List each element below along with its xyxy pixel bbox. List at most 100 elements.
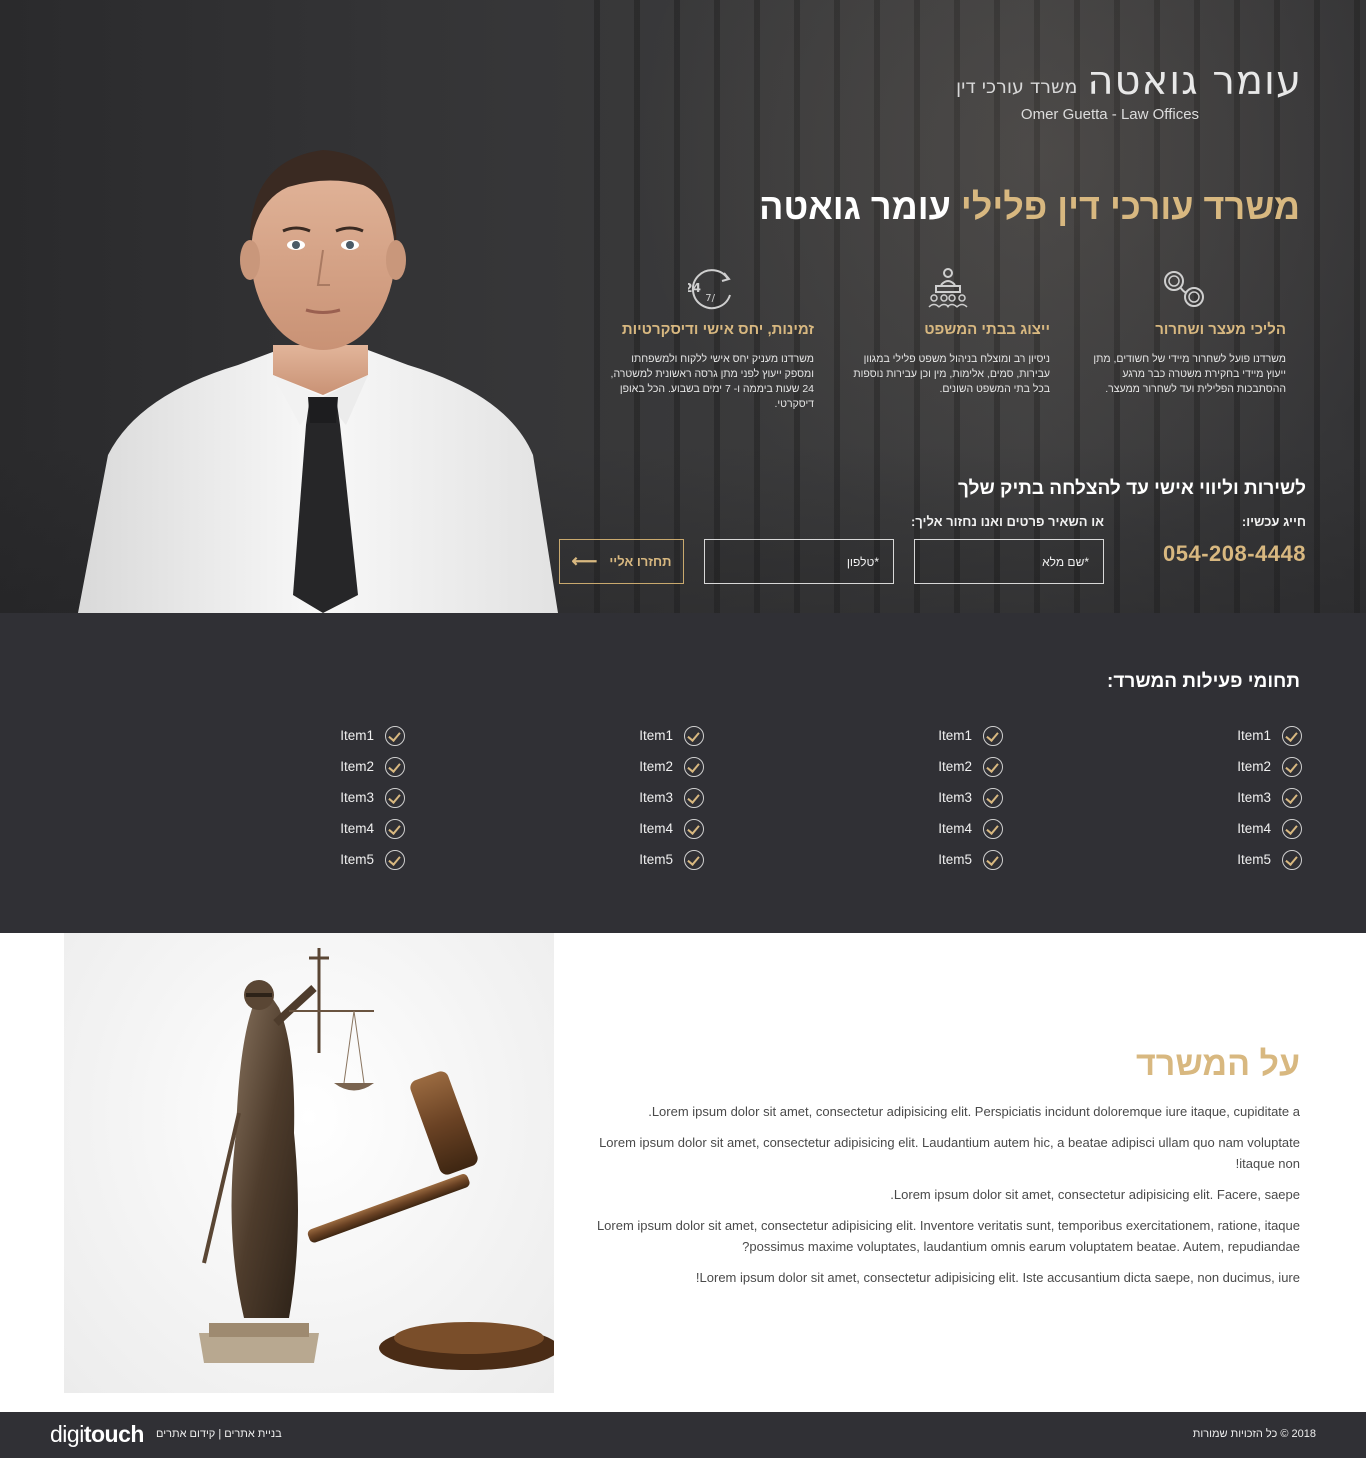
list-item: Item2 xyxy=(614,751,704,782)
list-item-label: Item5 xyxy=(938,852,972,867)
check-circle-icon xyxy=(684,756,704,777)
check-circle-icon xyxy=(684,818,704,839)
copyright: 2018 © כל הזכויות שמורות xyxy=(1192,1428,1316,1440)
list-item-label: Item3 xyxy=(639,790,673,805)
list-item: Item3 xyxy=(315,782,405,813)
list-item-label: Item5 xyxy=(340,852,374,867)
list-item: Item1 xyxy=(315,720,405,751)
list-item: Item4 xyxy=(913,813,1003,844)
logo-bold-part: touch xyxy=(83,1421,145,1447)
logo-subtitle: משרד עורכי דין xyxy=(955,76,1078,98)
feature-description: משרדנו פועל לשחרור מיידי של חשודים, מתן … xyxy=(1093,353,1286,395)
list-item-label: Item4 xyxy=(340,821,374,836)
check-circle-icon xyxy=(1282,725,1302,746)
list-item: Item2 xyxy=(315,751,405,782)
services-section: תחומי פעילות המשרד: Item1 Item2 Item3 It… xyxy=(0,613,1366,933)
about-paragraph: Lorem ipsum dolor sit amet, consectetur … xyxy=(648,1104,1300,1119)
footer: digitouch בניית אתרים | קידום אתרים 2018… xyxy=(0,1412,1366,1458)
about-paragraph: Lorem ipsum dolor sit amet, consectetur … xyxy=(695,1270,1300,1285)
about-paragraph: Lorem ipsum dolor sit amet, consectetur … xyxy=(890,1187,1300,1202)
check-circle-icon xyxy=(385,756,405,777)
feature-description: משרדנו מעניק יחס אישי ללקוח ולמשפחתו ומס… xyxy=(610,353,814,410)
services-column-2: Item1 Item2 Item3 Item4 Item5 xyxy=(913,720,1003,875)
list-item: Item5 xyxy=(1212,844,1302,875)
services-column-3: Item1 Item2 Item3 Item4 Item5 xyxy=(614,720,704,875)
list-item: Item3 xyxy=(1212,782,1302,813)
courtroom-icon xyxy=(927,268,968,308)
list-item: Item2 xyxy=(913,751,1003,782)
check-circle-icon xyxy=(684,787,704,808)
check-circle-icon xyxy=(385,725,405,746)
footer-links[interactable]: בניית אתרים | קידום אתרים xyxy=(156,1428,282,1440)
justice-statue-image xyxy=(64,933,559,1393)
check-circle-icon xyxy=(385,818,405,839)
check-circle-icon xyxy=(684,849,704,870)
list-item: Item3 xyxy=(913,782,1003,813)
list-item-label: Item3 xyxy=(1237,790,1271,805)
list-item: Item4 xyxy=(1212,813,1302,844)
check-circle-icon xyxy=(983,849,1003,870)
handcuffs-icon xyxy=(1163,271,1204,307)
about-paragraph: Lorem ipsum dolor sit amet, consectetur … xyxy=(596,1218,1300,1254)
list-item-label: Item2 xyxy=(1237,759,1271,774)
check-circle-icon xyxy=(1282,818,1302,839)
about-section: על המשרד Lorem ipsum dolor sit amet, con… xyxy=(0,933,1366,1412)
feature-title: הליכי מעצר ושחרור xyxy=(1155,321,1286,338)
list-item-label: Item4 xyxy=(1237,821,1271,836)
list-item-label: Item5 xyxy=(1237,852,1271,867)
list-item-label: Item2 xyxy=(938,759,972,774)
list-item: Item4 xyxy=(315,813,405,844)
feature-detention: הליכי מעצר ושחרור משרדנו פועל לשחרור מיי… xyxy=(1081,265,1286,397)
list-item: Item5 xyxy=(315,844,405,875)
list-item: Item1 xyxy=(913,720,1003,751)
feature-title: זמינות, יחס אישי ודיסקרטיות xyxy=(621,321,814,338)
check-circle-icon xyxy=(684,725,704,746)
check-circle-icon xyxy=(1282,787,1302,808)
feature-court: ייצוג בבתי המשפט ניסיון רב ומוצלח בניהול… xyxy=(845,265,1050,397)
page-title: משרד עורכי דין פלילי עומר גואטה xyxy=(759,186,1300,228)
phone-input[interactable] xyxy=(704,539,894,584)
about-title: על המשרד xyxy=(1136,1045,1300,1083)
list-item: Item3 xyxy=(614,782,704,813)
check-circle-icon xyxy=(983,818,1003,839)
services-column-1: Item1 Item2 Item3 Item4 Item5 xyxy=(1212,720,1302,875)
list-item: Item4 xyxy=(614,813,704,844)
full-name-input[interactable] xyxy=(914,539,1104,584)
list-item-label: Item3 xyxy=(938,790,972,805)
services-title: תחומי פעילות המשרד: xyxy=(1107,671,1300,692)
about-paragraph: Lorem ipsum dolor sit amet, consectetur … xyxy=(599,1135,1300,1171)
title-gold: משרד עורכי דין פלילי xyxy=(960,186,1300,227)
title-white: עומר גואטה xyxy=(759,186,951,227)
list-item: Item1 xyxy=(1212,720,1302,751)
call-now-label: חייג עכשיו: xyxy=(1241,514,1306,529)
list-item-label: Item1 xyxy=(639,728,673,743)
callback-button[interactable]: תחזרו אליי ⟵ xyxy=(559,539,684,584)
check-circle-icon xyxy=(385,787,405,808)
list-item: Item5 xyxy=(614,844,704,875)
list-item-label: Item2 xyxy=(639,759,673,774)
logo-name: עומר גואטה xyxy=(1087,58,1302,104)
check-circle-icon xyxy=(385,849,405,870)
hero-section: עומר גואטה משרד עורכי דין Omer Guetta - … xyxy=(0,0,1366,613)
site-logo[interactable]: עומר גואטה משרד עורכי דין Omer Guetta - … xyxy=(956,58,1302,123)
clock-24-7-icon: 24 /7 xyxy=(688,269,731,310)
svg-text:/7: /7 xyxy=(705,293,715,304)
callback-button-label: תחזרו אליי xyxy=(609,554,672,569)
leave-details-label: או השאיר פרטים ואנו נחזור אליך: xyxy=(910,514,1104,529)
list-item-label: Item1 xyxy=(1237,728,1271,743)
list-item-label: Item4 xyxy=(938,821,972,836)
check-circle-icon xyxy=(1282,849,1302,870)
feature-description: ניסיון רב ומוצלח בניהול משפט פלילי במגוו… xyxy=(853,353,1050,395)
services-column-4: Item1 Item2 Item3 Item4 Item5 xyxy=(315,720,405,875)
phone-link[interactable]: 054-208-4448 xyxy=(1163,541,1306,567)
check-circle-icon xyxy=(983,725,1003,746)
digitouch-logo[interactable]: digitouch xyxy=(50,1421,144,1448)
list-item-label: Item3 xyxy=(340,790,374,805)
svg-text:24: 24 xyxy=(688,281,701,295)
service-heading: לשירות וליווי אישי עד להצלחה בתיק שלך xyxy=(958,478,1306,499)
list-item-label: Item5 xyxy=(639,852,673,867)
feature-title: ייצוג בבתי המשפט xyxy=(924,321,1050,338)
list-item-label: Item1 xyxy=(938,728,972,743)
list-item-label: Item2 xyxy=(340,759,374,774)
list-item: Item5 xyxy=(913,844,1003,875)
